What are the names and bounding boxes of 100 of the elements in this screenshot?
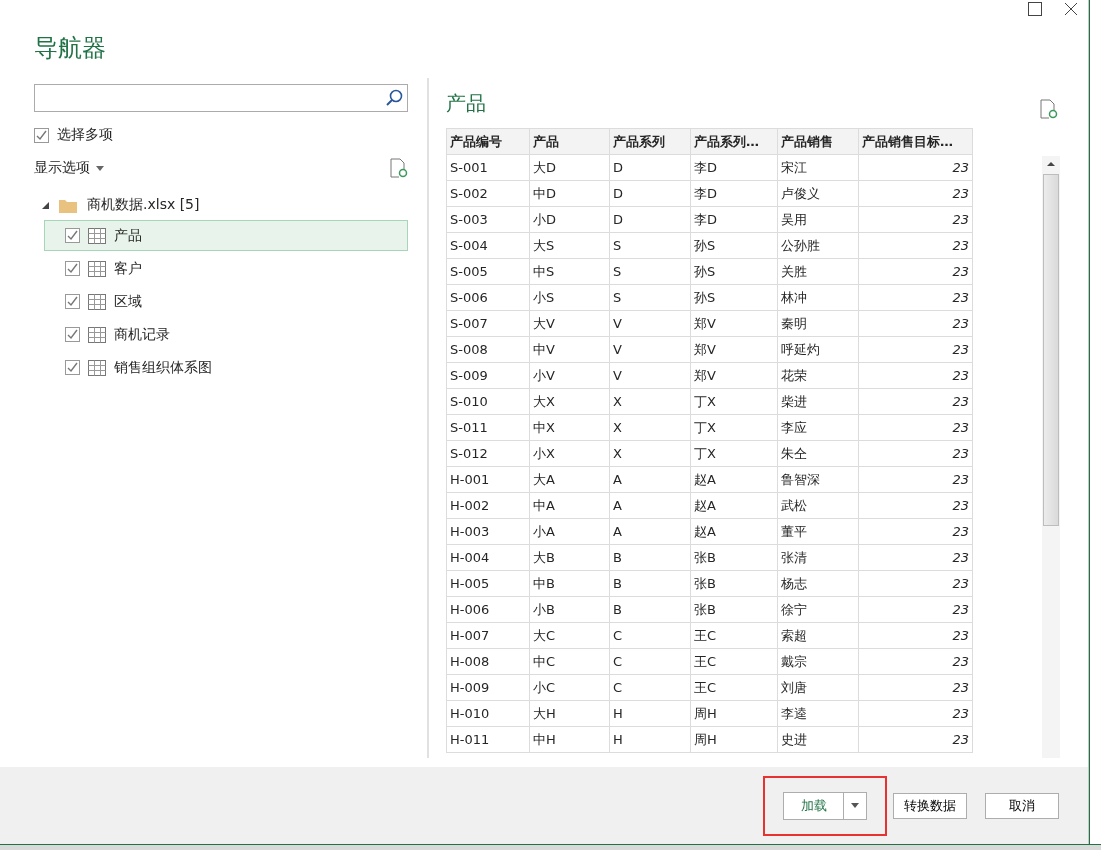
table-cell: 大V [529,310,610,337]
table-cell: 大B [529,544,610,571]
column-header: 产品系列… [690,128,778,155]
table-icon [88,293,106,310]
tree-item[interactable]: 区域 [44,286,408,317]
table-cell: X [609,414,691,441]
table-cell: A [609,492,691,519]
table-cell: 张B [690,596,778,623]
table-cell: S [609,258,691,285]
table-cell: H-001 [446,466,530,493]
table-cell: 大X [529,388,610,415]
table-cell: H-011 [446,726,530,753]
table-cell: 周H [690,700,778,727]
table-cell: 中V [529,336,610,363]
table-cell: 中X [529,414,610,441]
preview-title: 产品 [446,90,486,117]
maximize-icon[interactable] [1028,2,1042,16]
table-cell: 戴宗 [777,648,859,675]
table-cell: 大C [529,622,610,649]
table-cell: 23 [858,206,973,233]
table-cell: 周H [690,726,778,753]
table-cell: 吴用 [777,206,859,233]
table-cell: 卢俊义 [777,180,859,207]
table-cell: 郑V [690,336,778,363]
table-cell: S-008 [446,336,530,363]
table-cell: B [609,544,691,571]
table-cell: 小D [529,206,610,233]
tree-item[interactable]: 客户 [44,253,408,284]
checkbox[interactable] [65,228,80,243]
table-icon [88,227,106,244]
scrollbar[interactable] [1042,156,1060,758]
tree-item-label: 产品 [114,226,142,245]
table-cell: 23 [858,440,973,467]
table-cell: 花荣 [777,362,859,389]
table-cell: 大D [529,154,610,181]
table-cell: 公孙胜 [777,232,859,259]
refresh-document-icon[interactable] [390,158,408,178]
table-cell: 孙S [690,232,778,259]
table-cell: S [609,232,691,259]
table-cell: 23 [858,388,973,415]
table-cell: 23 [858,544,973,571]
table-cell: H-004 [446,544,530,571]
table-cell: 李D [690,154,778,181]
table-cell: 武松 [777,492,859,519]
table-cell: B [609,596,691,623]
table-icon [88,359,106,376]
table-cell: 23 [858,518,973,545]
table-cell: 23 [858,570,973,597]
table-cell: 23 [858,466,973,493]
dialog-button[interactable]: 取消 [985,792,1059,819]
tree-item[interactable]: 销售组织体系图 [44,352,408,383]
load-split-button[interactable]: 加载 [783,791,867,820]
table-cell: 丁X [690,388,778,415]
table-cell: B [609,570,691,597]
display-options-menu[interactable]: 显示选项 [34,159,90,177]
column-header: 产品编号 [446,128,530,155]
table-cell: 孙S [690,258,778,285]
dialog-button[interactable]: 转换数据 [893,792,967,819]
table-cell: 孙S [690,284,778,311]
table-cell: D [609,180,691,207]
checkbox[interactable] [65,327,80,342]
checkbox[interactable] [65,294,80,309]
table-cell: D [609,206,691,233]
table-cell: 23 [858,622,973,649]
tree-node[interactable]: 商机数据.xlsx [5] [87,196,200,214]
table-cell: 中C [529,648,610,675]
tree-item[interactable]: 商机记录 [44,319,408,350]
table-cell: 大H [529,700,610,727]
table-cell: 李逵 [777,700,859,727]
table-cell: H-002 [446,492,530,519]
table-cell: S-011 [446,414,530,441]
expand-triangle-icon[interactable] [42,201,49,209]
search-field[interactable] [34,84,408,112]
table-cell: S-004 [446,232,530,259]
tree-item[interactable]: 产品 [44,220,408,251]
table-cell: 中A [529,492,610,519]
table-icon [88,260,106,277]
column-header: 产品销售目标… [858,128,973,155]
table-cell: 林冲 [777,284,859,311]
window-title: 导航器 [34,33,107,64]
table-cell: H-009 [446,674,530,701]
table-cell: 小X [529,440,610,467]
table-cell: 李D [690,180,778,207]
scroll-thumb[interactable] [1043,174,1059,526]
table-cell: 23 [858,336,973,363]
folder-icon [59,197,77,213]
close-icon[interactable] [1064,2,1078,16]
checkbox[interactable] [65,261,80,276]
table-cell: 史进 [777,726,859,753]
table-cell: 中B [529,570,610,597]
caret-icon [851,803,859,808]
checkbox[interactable] [65,360,80,375]
table-cell: X [609,440,691,467]
table-cell: 丁X [690,440,778,467]
table-cell: 郑V [690,310,778,337]
table-cell: S-002 [446,180,530,207]
table-cell: 23 [858,362,973,389]
table-cell: D [609,154,691,181]
refresh-document-icon[interactable] [1040,99,1058,119]
checkbox[interactable] [34,127,49,143]
